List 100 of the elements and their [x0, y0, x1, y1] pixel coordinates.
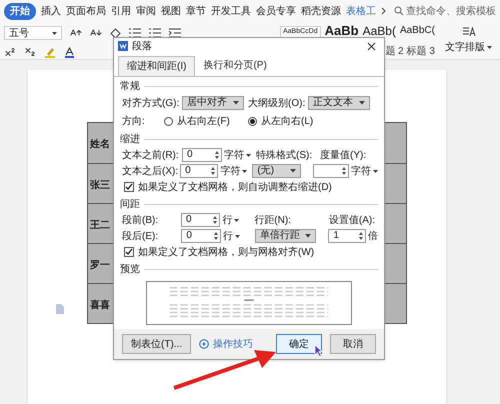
style-preset[interactable]: AaBb(	[362, 24, 396, 38]
spacing-before-field[interactable]: 0	[180, 213, 220, 227]
style-preset[interactable]: AaBb	[324, 24, 359, 38]
measure-field[interactable]	[312, 164, 349, 178]
ribbon-tab[interactable]: 会员专享	[256, 4, 296, 18]
caret-icon[interactable]	[233, 101, 239, 105]
search-field[interactable]: 查找命令、搜索模板	[406, 4, 498, 18]
outline-dropdown[interactable]: 正文文本	[308, 96, 370, 110]
caret-icon[interactable]	[305, 234, 312, 238]
ribbon-tab[interactable]: 视图	[161, 4, 181, 18]
radio-label: 从左向右(L)	[261, 114, 314, 128]
spacing-value-field[interactable]: 1	[328, 229, 366, 243]
radio-button[interactable]	[248, 116, 257, 126]
ribbon-tab[interactable]: 页面布局	[66, 4, 106, 18]
font-color-icon[interactable]	[64, 46, 75, 58]
field-label: 行距(N):	[254, 214, 292, 228]
field-label: 文本之前(R):	[122, 148, 180, 162]
ribbon-tab[interactable]: 引用	[111, 4, 131, 18]
field-label: 特殊格式(S):	[256, 148, 314, 162]
radio-label: 从右向左(F)	[177, 114, 230, 128]
caret-icon[interactable]	[242, 170, 248, 172]
field-label: 对齐方式(G):	[122, 96, 180, 110]
section-heading: 预览	[120, 263, 140, 277]
ribbon-tab[interactable]: 插入	[41, 4, 61, 18]
field-label: 方向:	[122, 114, 146, 128]
bullet-list-icon[interactable]	[129, 28, 141, 38]
ribbon-tab[interactable]: 开始	[4, 2, 36, 20]
table-cell-text: 姓名	[88, 138, 111, 152]
caret-icon[interactable]	[290, 169, 296, 173]
caret-icon[interactable]	[234, 234, 240, 238]
style-label: 题 2	[385, 45, 404, 59]
style-label: 标题 3	[406, 44, 435, 59]
spinner-arrows-icon[interactable]	[213, 149, 221, 161]
caret-icon[interactable]	[487, 46, 492, 49]
unit-label: 倍	[368, 230, 378, 244]
indent-after-field[interactable]: 0	[180, 164, 218, 178]
tips-link[interactable]: 操作技巧	[213, 336, 254, 352]
spacing-after-field[interactable]: 0	[181, 229, 221, 243]
field-label: 大纲级别(O):	[248, 96, 306, 110]
unit-label: 字符	[224, 148, 244, 162]
check-icon	[125, 248, 133, 256]
ribbon-tab[interactable]: 章节	[186, 4, 206, 18]
search-icon	[394, 6, 404, 16]
table-cell-text: 张三	[89, 178, 111, 193]
field-label: 文本之后(X):	[122, 164, 178, 178]
unit-label: 行	[222, 230, 233, 244]
spinner-arrows-icon[interactable]	[357, 230, 366, 242]
tab-stops-button[interactable]: 制表位(T)...	[122, 334, 192, 354]
line-spacing-dropdown[interactable]: 单倍行距	[254, 229, 316, 243]
caret-icon[interactable]	[234, 218, 240, 222]
close-icon[interactable]	[367, 42, 376, 50]
spinner-arrows-icon[interactable]	[209, 165, 218, 177]
caret-icon[interactable]	[359, 101, 365, 105]
section-heading: 常规	[120, 80, 140, 94]
unit-label: 字符	[220, 164, 240, 178]
chevron-right-icon[interactable]	[381, 7, 386, 15]
font-size-dropdown[interactable]: 五号	[4, 26, 62, 40]
subscript-icon[interactable]	[24, 46, 36, 58]
style-preset[interactable]: AaBbC(	[400, 24, 435, 38]
app-icon	[118, 41, 128, 51]
dialog-tab[interactable]: 换行和分页(P)	[195, 56, 275, 76]
table-cell-text: 喜喜	[89, 298, 111, 313]
checkbox-label: 如果定义了文档网格，则与网格对齐(W)	[138, 246, 314, 260]
unit-label: 字符	[351, 164, 371, 178]
spinner-arrows-icon[interactable]	[211, 214, 220, 226]
caret-icon[interactable]	[373, 170, 378, 172]
text-layout-button[interactable]: 文字排版	[445, 40, 485, 55]
section-heading: 间距	[120, 198, 140, 212]
field-label: 段后(E):	[122, 230, 160, 244]
indent-icon[interactable]	[169, 28, 181, 38]
checkbox[interactable]	[124, 247, 134, 257]
play-circle-icon[interactable]	[199, 339, 210, 349]
ribbon-tab[interactable]: 表格工	[346, 4, 376, 18]
field-label: 段前(B):	[122, 214, 160, 228]
field-label: 设置值(A):	[328, 214, 376, 228]
radio-button[interactable]	[164, 116, 173, 126]
spinner-arrows-icon[interactable]	[212, 230, 220, 242]
ribbon-tab[interactable]: 审阅	[136, 4, 156, 18]
superscript-icon[interactable]	[4, 46, 16, 58]
caret-icon[interactable]	[246, 154, 251, 156]
caret-icon[interactable]	[52, 32, 57, 34]
section-heading: 缩进	[120, 132, 140, 147]
checkbox[interactable]	[124, 182, 134, 192]
ribbon-tab[interactable]: 开发工具	[211, 4, 251, 18]
dialog-tab[interactable]: 缩进和间距(I)	[118, 56, 196, 76]
ok-button[interactable]: 确定	[276, 334, 322, 354]
indent-before-field[interactable]: 0	[182, 148, 222, 162]
special-format-dropdown[interactable]: (无)	[252, 164, 301, 178]
mouse-cursor-icon	[314, 344, 323, 357]
alignment-dropdown[interactable]: 居中对齐	[182, 96, 244, 110]
table-cell-text: 王二	[89, 219, 111, 233]
checkbox-label: 如果定义了文档网格，则自动调整右缩进(D)	[138, 180, 332, 194]
ribbon-tab[interactable]: 稻壳资源	[301, 4, 341, 18]
unit-label: 行	[222, 214, 232, 228]
table-cell-text: 罗一	[89, 259, 111, 273]
cancel-button[interactable]: 取消	[330, 334, 376, 354]
field-label: 度量值(Y):	[320, 148, 368, 162]
spinner-arrows-icon[interactable]	[340, 165, 348, 177]
dialog-title: 段落	[132, 40, 152, 54]
check-icon	[125, 183, 133, 191]
